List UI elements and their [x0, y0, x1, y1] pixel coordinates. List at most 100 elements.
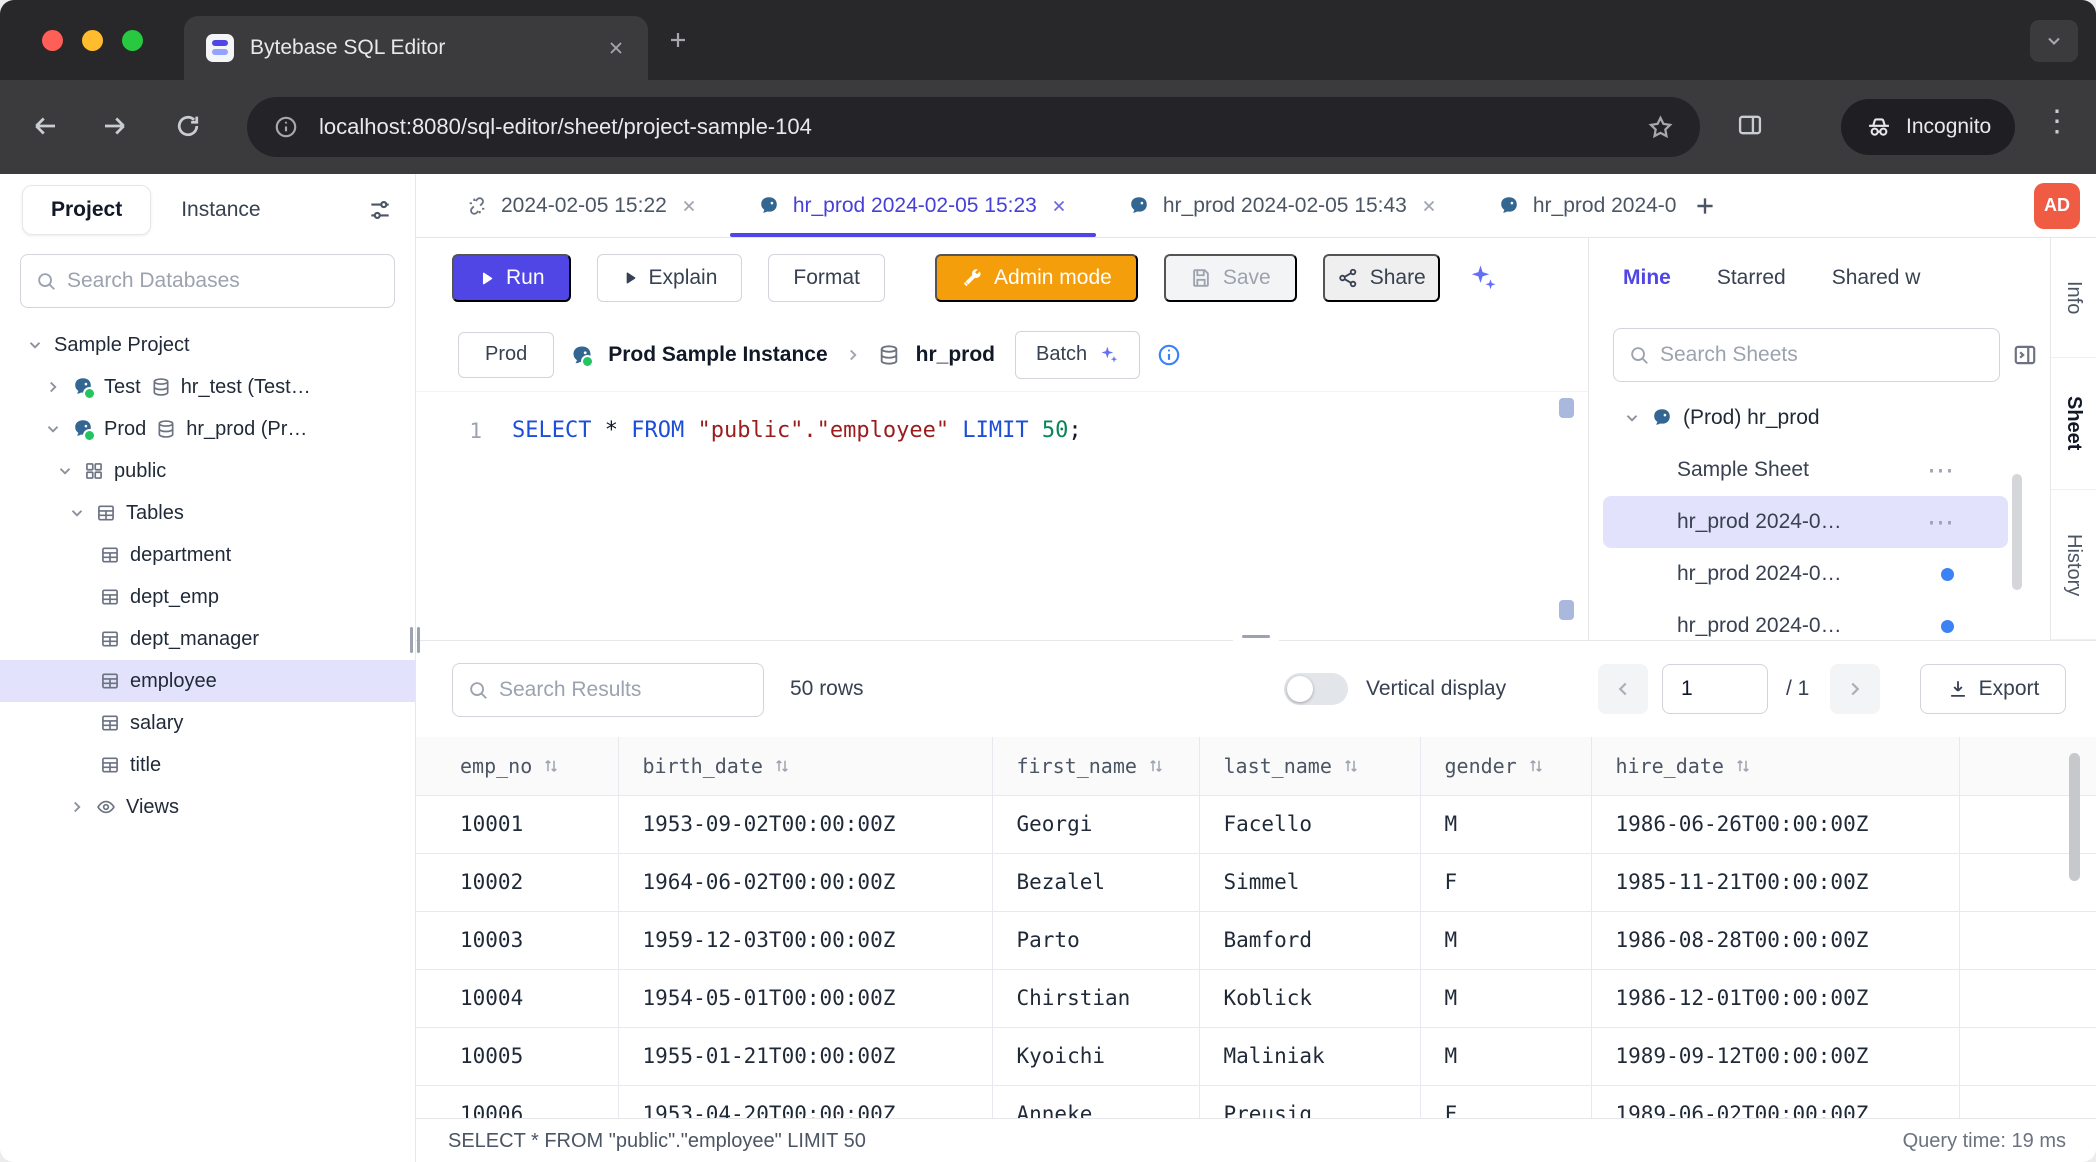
database-name[interactable]: hr_prod — [916, 343, 995, 367]
new-sheet-button[interactable] — [1692, 193, 1718, 219]
info-icon[interactable] — [1156, 342, 1182, 368]
side-panel-icon[interactable] — [1736, 111, 1764, 139]
bookmark-star-icon[interactable] — [1647, 114, 1674, 141]
export-button[interactable]: Export — [1920, 664, 2066, 714]
back-button[interactable] — [30, 111, 60, 141]
sheet-item[interactable]: Sample Sheet ⋯ — [1589, 444, 2050, 496]
sheet-panel-scrollbar[interactable] — [2012, 474, 2022, 590]
tree-item-env-test[interactable]: Test hr_test (Test… — [0, 366, 415, 408]
sheet-item[interactable]: hr_prod 2024-0… — [1589, 600, 2050, 640]
tree-item-table-title[interactable]: title — [0, 744, 415, 786]
sheet-item-selected[interactable]: hr_prod 2024-0… ⋯ — [1603, 496, 2008, 548]
address-bar[interactable]: localhost:8080/sql-editor/sheet/project-… — [247, 97, 1700, 157]
page-input[interactable] — [1662, 664, 1768, 714]
tab-starred[interactable]: Starred — [1717, 266, 1786, 290]
column-header[interactable]: gender — [1420, 737, 1591, 795]
filter-settings-icon[interactable] — [367, 197, 393, 223]
minimize-window-button[interactable] — [82, 30, 103, 51]
admin-mode-button[interactable]: Admin mode — [935, 254, 1138, 302]
sort-icon[interactable] — [1527, 757, 1545, 775]
share-button[interactable]: Share — [1323, 254, 1440, 302]
maximize-window-button[interactable] — [122, 30, 143, 51]
sort-icon[interactable] — [773, 757, 791, 775]
chevron-down-icon[interactable] — [56, 462, 74, 480]
reload-button[interactable] — [173, 111, 203, 141]
more-menu-icon[interactable]: ⋯ — [1927, 457, 1954, 484]
column-header[interactable]: emp_no — [416, 737, 618, 795]
tree-item-project[interactable]: Sample Project — [0, 324, 415, 366]
database-search[interactable] — [20, 254, 395, 308]
sheet-group[interactable]: (Prod) hr_prod — [1589, 392, 2050, 444]
column-header[interactable]: birth_date — [618, 737, 992, 795]
tree-item-table-dept-manager[interactable]: dept_manager — [0, 618, 415, 660]
sheet-search-input[interactable] — [1660, 343, 1985, 367]
tree-item-table-sal ary[interactable]: salary — [0, 702, 415, 744]
sheet-tab-1[interactable]: 2024-02-05 15:22 — [436, 174, 728, 237]
column-header[interactable]: first_name — [992, 737, 1199, 795]
sidebar-resize-handle[interactable] — [404, 618, 426, 662]
editor-scrollbar-mark[interactable] — [1559, 398, 1574, 418]
environment-chip[interactable]: Prod — [458, 332, 554, 378]
format-button[interactable]: Format — [768, 254, 885, 302]
chevron-down-icon[interactable] — [68, 504, 86, 522]
tab-search-button[interactable] — [2030, 20, 2078, 62]
results-scrollbar[interactable] — [2069, 753, 2080, 881]
close-sheet-icon[interactable] — [1050, 197, 1068, 215]
instance-name[interactable]: Prod Sample Instance — [608, 343, 827, 367]
tab-mine[interactable]: Mine — [1623, 266, 1671, 290]
sheet-search[interactable] — [1613, 328, 2000, 382]
vertical-display-toggle[interactable] — [1284, 673, 1348, 705]
column-header[interactable]: hire_date — [1591, 737, 1959, 795]
close-window-button[interactable] — [42, 30, 63, 51]
collapse-panel-icon[interactable] — [2012, 342, 2038, 368]
tab-info[interactable]: Info — [2051, 238, 2096, 358]
ai-sparkles-icon[interactable] — [1468, 263, 1498, 293]
tree-item-env-prod[interactable]: Prod hr_prod (Pr… — [0, 408, 415, 450]
editor-scrollbar-mark[interactable] — [1559, 600, 1574, 620]
close-sheet-icon[interactable] — [680, 197, 698, 215]
chevron-right-icon[interactable] — [68, 798, 86, 816]
tab-project[interactable]: Project — [22, 185, 151, 235]
sort-icon[interactable] — [1147, 757, 1165, 775]
run-button[interactable]: Run — [452, 254, 571, 302]
tab-instance[interactable]: Instance — [181, 198, 260, 222]
chevron-down-icon[interactable] — [44, 420, 62, 438]
chevron-right-icon[interactable] — [44, 378, 62, 396]
results-search[interactable] — [452, 663, 764, 717]
database-search-input[interactable] — [67, 269, 380, 293]
tree-item-views[interactable]: Views — [0, 786, 415, 828]
site-info-icon[interactable] — [273, 114, 299, 140]
user-avatar[interactable]: AD — [2034, 183, 2080, 229]
browser-tab[interactable]: Bytebase SQL Editor — [184, 16, 648, 80]
tree-item-table-employee[interactable]: employee — [0, 660, 415, 702]
more-menu-icon[interactable]: ⋯ — [1927, 509, 1954, 536]
sql-editor[interactable]: 1 SELECT * FROM "public"."employee" LIMI… — [416, 392, 1588, 640]
column-header[interactable]: last_name — [1199, 737, 1420, 795]
sort-icon[interactable] — [1734, 757, 1752, 775]
sort-icon[interactable] — [542, 757, 560, 775]
tree-item-table-department[interactable]: department — [0, 534, 415, 576]
tree-item-table-dept-emp[interactable]: dept_emp — [0, 576, 415, 618]
tab-history[interactable]: History — [2051, 490, 2096, 640]
forward-button[interactable] — [100, 111, 130, 141]
chevron-down-icon[interactable] — [1623, 409, 1641, 427]
explain-button[interactable]: Explain — [597, 254, 743, 302]
tab-shared[interactable]: Shared w — [1832, 266, 1921, 290]
sort-icon[interactable] — [1342, 757, 1360, 775]
tree-item-tables[interactable]: Tables — [0, 492, 415, 534]
chevron-down-icon[interactable] — [26, 336, 44, 354]
sheet-tab-4[interactable]: hr_prod 2024-0 — [1468, 174, 1683, 237]
close-sheet-icon[interactable] — [1420, 197, 1438, 215]
sheet-item[interactable]: hr_prod 2024-0… — [1589, 548, 2050, 600]
close-tab-icon[interactable] — [606, 38, 626, 58]
next-page-button[interactable] — [1830, 664, 1880, 714]
sheet-tab-3[interactable]: hr_prod 2024-02-05 15:43 — [1098, 174, 1468, 237]
tab-sheet[interactable]: Sheet — [2051, 358, 2096, 490]
save-button[interactable]: Save — [1164, 254, 1297, 302]
sheet-tab-2-active[interactable]: hr_prod 2024-02-05 15:23 — [728, 174, 1098, 237]
browser-menu-icon[interactable]: ⋮ — [2042, 104, 2072, 139]
tree-item-schema-public[interactable]: public — [0, 450, 415, 492]
results-search-input[interactable] — [499, 678, 749, 702]
new-tab-button[interactable] — [666, 28, 690, 52]
prev-page-button[interactable] — [1598, 664, 1648, 714]
